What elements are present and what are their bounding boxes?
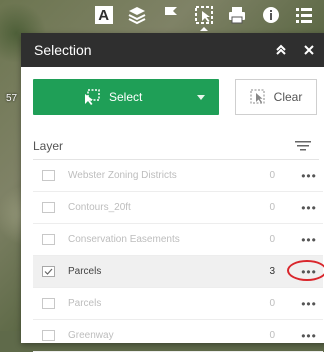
info-button[interactable] [257,1,284,29]
layer-row-greenway[interactable]: Greenway 0 ••• [33,320,323,352]
layer-count: 3 [269,266,275,277]
layer-header-label: Layer [33,139,64,153]
clear-selection-icon [250,89,265,104]
clear-button[interactable]: Clear [235,79,317,115]
layer-name: Greenway [68,330,114,341]
more-options-button[interactable]: ••• [295,169,323,183]
filter-list-icon[interactable] [295,140,311,152]
layer-checkbox[interactable] [42,202,55,213]
clear-button-label: Clear [273,90,303,104]
layer-count: 0 [269,330,275,341]
layer-row-conservation-easements[interactable]: Conservation Easements 0 ••• [33,224,323,256]
legend-button[interactable] [157,1,184,29]
active-tool-indicator [200,27,209,31]
layer-checkbox[interactable] [42,234,55,245]
layer-checkbox[interactable] [42,330,55,341]
list-icon [296,8,313,23]
layer-name: Conservation Easements [68,234,180,245]
select-button[interactable]: Select [33,79,219,115]
selection-actions: Select Clear [21,67,324,115]
legend-icon [164,7,177,23]
double-chevron-up-icon [276,44,286,55]
layer-row-contours-20ft[interactable]: Contours_20ft 0 ••• [33,192,323,224]
layer-row-parcels-selected[interactable]: Parcels 3 ••• [33,256,324,288]
info-icon [262,7,279,23]
dropdown-caret-icon[interactable] [197,95,205,100]
layer-list-header: Layer [33,133,319,160]
print-button[interactable] [224,1,251,29]
layer-name: Webster Zoning Districts [68,170,177,181]
map-toolbar: A [90,0,324,31]
layer-name: Parcels [68,266,102,277]
select-button-label: Select [109,90,143,104]
close-icon [304,45,314,55]
more-options-button[interactable]: ••• [295,233,323,247]
print-icon [229,7,246,24]
layer-count: 0 [269,234,275,245]
checkmark-icon [44,268,53,275]
layer-name: Parcels [68,298,102,309]
panel-title: Selection [34,42,92,58]
layers-button[interactable] [123,1,150,29]
layer-name: Contours_20ft [68,202,131,213]
map-edge-label: 57 [6,93,18,104]
more-options-button[interactable]: ••• [295,201,323,215]
selection-tool-button[interactable] [190,1,217,31]
layer-row-webster-zoning-districts[interactable]: Webster Zoning Districts 0 ••• [33,160,323,192]
selection-icon [194,6,213,24]
basemap-button[interactable]: A [90,1,117,29]
select-tool-icon [85,89,100,105]
layers-icon [128,7,146,25]
close-button[interactable] [297,38,321,62]
selection-panel: Selection Select Clear Layer Webster Zon… [21,33,324,352]
layer-row-parcels[interactable]: Parcels 0 ••• [33,288,323,320]
list-button[interactable] [291,1,318,29]
more-options-button[interactable]: ••• [295,297,323,311]
layer-list: Webster Zoning Districts 0 ••• Contours_… [33,160,324,352]
red-highlight-circle [287,260,324,281]
layer-checkbox[interactable] [42,170,55,181]
collapse-button[interactable] [269,38,293,62]
layer-count: 0 [269,298,275,309]
layer-count: 0 [269,202,275,213]
basemap-letter-icon: A [94,6,113,24]
layer-checkbox-checked[interactable] [42,266,55,277]
panel-header: Selection [21,33,324,67]
layer-checkbox[interactable] [42,298,55,309]
layer-count: 0 [269,170,275,181]
